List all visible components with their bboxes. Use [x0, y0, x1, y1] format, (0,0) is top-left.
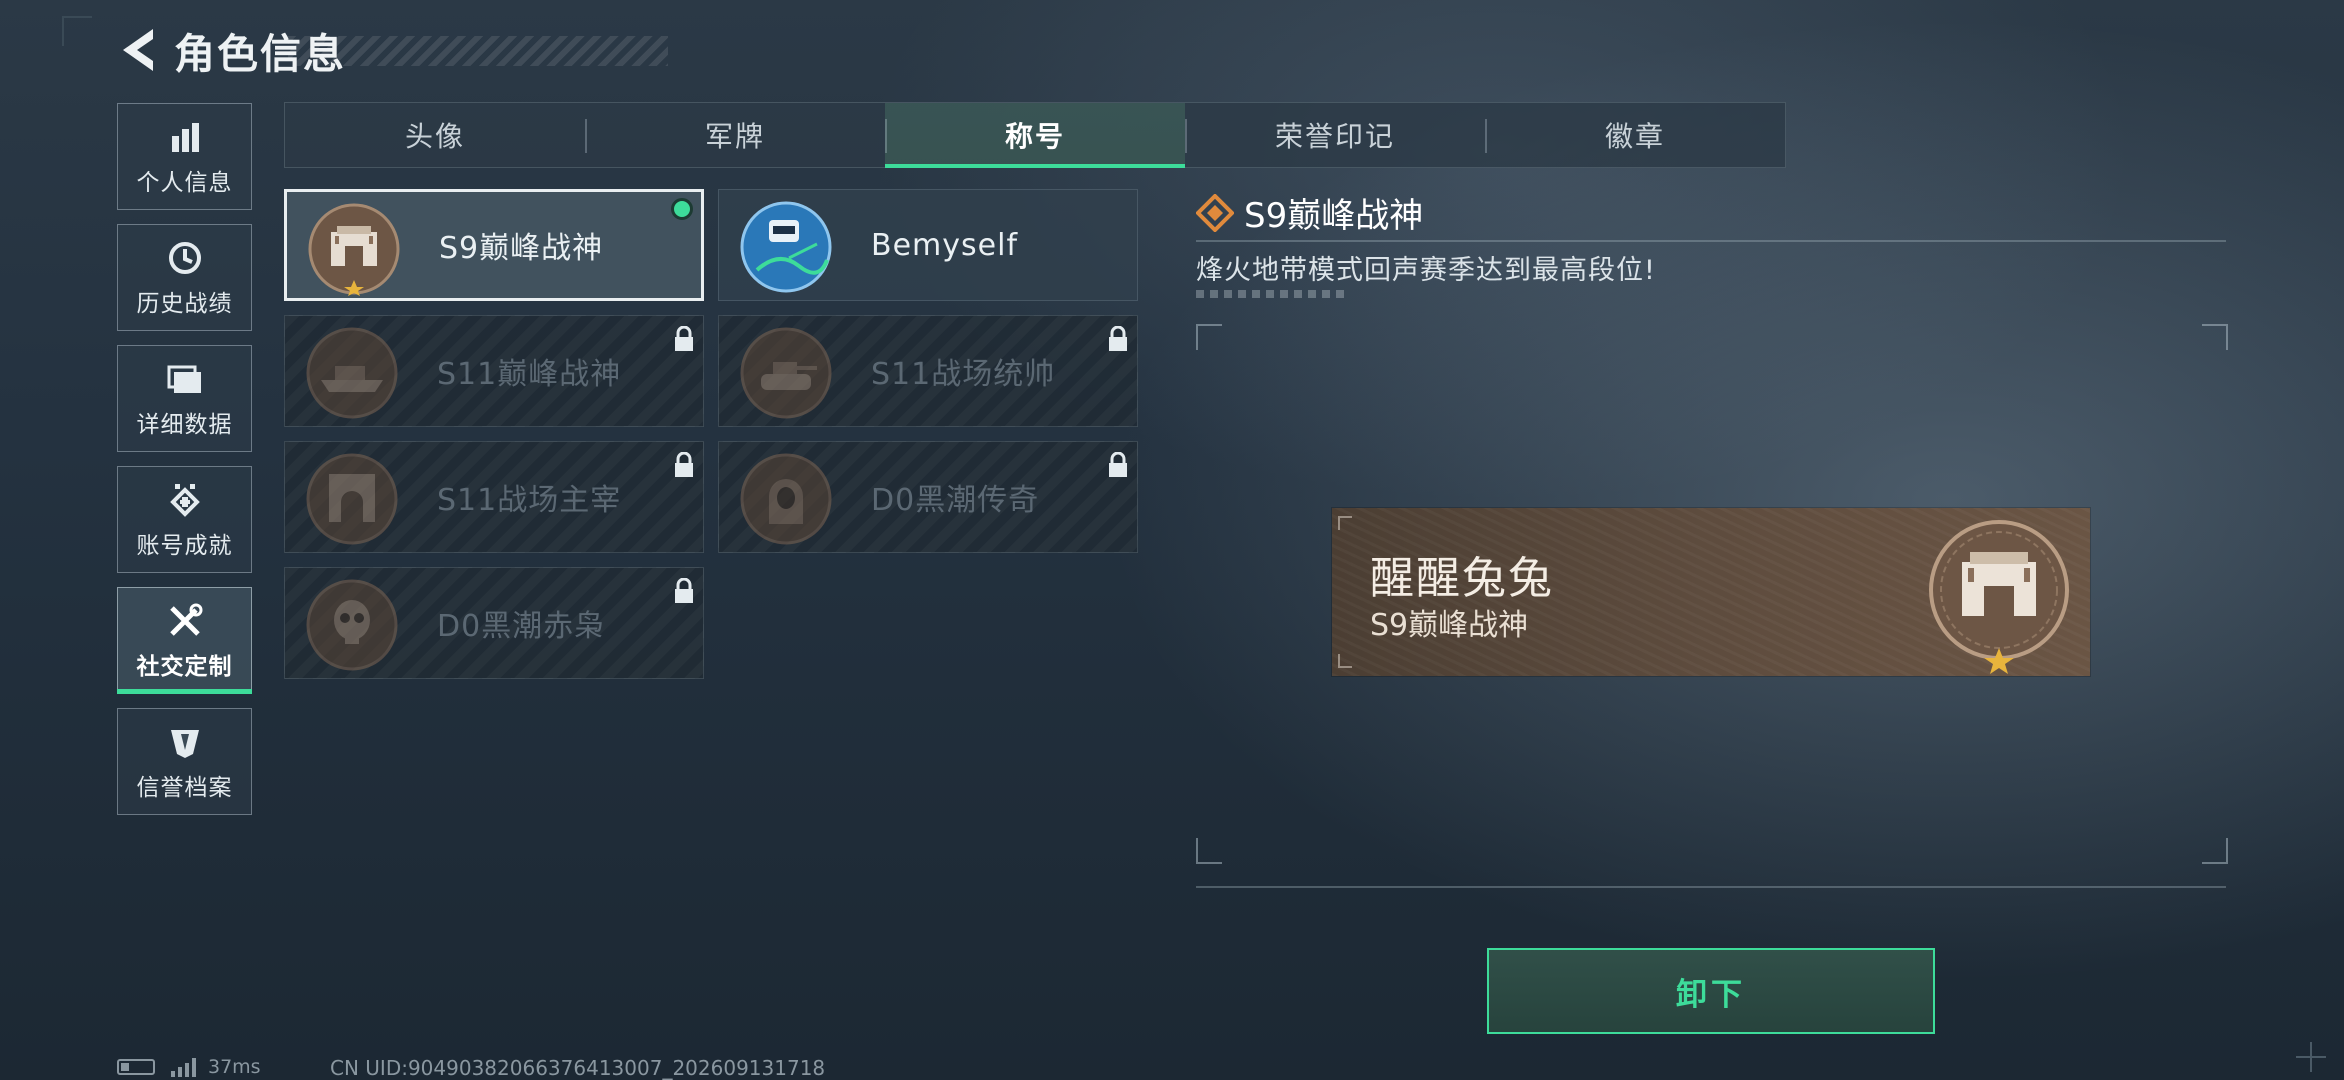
- title-card-name: D0黑潮传奇: [871, 483, 1040, 518]
- sidebar-item-label: 信誉档案: [136, 774, 233, 801]
- preview-frame-corner: [1196, 324, 1222, 350]
- tab-badges[interactable]: 徽章: [1485, 103, 1785, 167]
- tab-titles[interactable]: 称号: [885, 103, 1185, 168]
- fortress-gate-emblem: [308, 203, 400, 296]
- sidebar-item-profile[interactable]: 个人信息: [117, 103, 252, 210]
- detail-description: 烽火地带模式回声赛季达到最高段位!: [1196, 255, 1656, 286]
- tab-avatar[interactable]: 头像: [285, 103, 585, 167]
- title-card-s11-peak-god[interactable]: S11巅峰战神: [284, 315, 704, 427]
- title-card-d0-legend[interactable]: D0黑潮传奇: [718, 441, 1138, 553]
- back-button[interactable]: [118, 25, 160, 75]
- lock-icon: [675, 326, 693, 351]
- title-card-name: Bemyself: [871, 227, 1018, 263]
- lock-icon: [675, 452, 693, 477]
- achievement-icon: [165, 480, 205, 520]
- sidebar-item-label: 社交定制: [136, 653, 233, 680]
- player-name: 醒醒兔兔: [1370, 553, 1554, 604]
- lock-icon: [1109, 452, 1127, 477]
- decorative-dashes: [1196, 290, 1346, 298]
- page-title: 角色信息: [174, 30, 346, 78]
- ping-value: 37ms: [208, 1056, 261, 1078]
- tank-emblem: [740, 327, 832, 419]
- unequip-button[interactable]: 卸下: [1487, 948, 1935, 1034]
- hovercraft-emblem: [306, 327, 398, 419]
- sidebar: 个人信息 历史战绩 详细数据 账号成就 社交定制 信誉档案: [117, 103, 254, 829]
- tab-honor-marks[interactable]: 荣誉印记: [1185, 103, 1485, 167]
- title-card-s9-peak-god[interactable]: S9巅峰战神: [284, 189, 704, 301]
- preview-frame-corner: [2202, 324, 2228, 350]
- title-card-name: S9巅峰战神: [439, 231, 604, 266]
- hooded-soldier-emblem: [740, 453, 832, 545]
- detail-title: S9巅峰战神: [1196, 188, 1423, 237]
- crosshair-decoration-icon: [2296, 1042, 2326, 1072]
- signal-icon: [171, 1057, 196, 1077]
- user-uid: CN UID:90490382066376413007_202609131718: [330, 1056, 826, 1080]
- clock-history-icon: [165, 238, 205, 278]
- plate-bracket: [1338, 654, 1352, 668]
- lock-icon: [1109, 326, 1127, 351]
- status-bar: 37ms: [117, 1056, 261, 1078]
- bar-chart-icon: [165, 117, 205, 157]
- folder-icon: [165, 359, 205, 399]
- equipped-indicator: [671, 198, 693, 220]
- divider: [1196, 240, 2226, 242]
- sidebar-item-achievements[interactable]: 账号成就: [117, 466, 252, 573]
- title-card-name: S11战场主宰: [437, 483, 622, 518]
- title-card-s11-dominator[interactable]: S11战场主宰: [284, 441, 704, 553]
- diamond-rank-icon: [1196, 193, 1234, 232]
- battery-icon: [117, 1059, 155, 1075]
- fortress-gate-emblem: [1929, 520, 2069, 674]
- tab-bar: 头像 军牌 称号 荣誉印记 徽章: [284, 102, 1786, 168]
- title-card-name: S11巅峰战神: [437, 357, 622, 392]
- detail-title-text: S9巅峰战神: [1244, 196, 1424, 236]
- sidebar-item-label: 历史战绩: [136, 290, 233, 317]
- lock-icon: [675, 578, 693, 603]
- back-arrow-icon: [123, 29, 153, 71]
- arch-gate-emblem: [306, 453, 398, 545]
- title-card-name: S11战场统帅: [871, 357, 1056, 392]
- divider: [1196, 886, 2226, 888]
- tools-icon: [165, 601, 205, 641]
- sidebar-item-label: 账号成就: [136, 532, 233, 559]
- sidebar-item-history[interactable]: 历史战绩: [117, 224, 252, 331]
- sidebar-item-details[interactable]: 详细数据: [117, 345, 252, 452]
- skull-emblem: [306, 579, 398, 671]
- unequip-button-label: 卸下: [1676, 976, 1746, 1013]
- title-card-name: D0黑潮赤枭: [437, 609, 606, 644]
- player-title: S9巅峰战神: [1370, 608, 1529, 643]
- sidebar-item-credit[interactable]: 信誉档案: [117, 708, 252, 815]
- sidebar-item-label: 个人信息: [136, 169, 233, 196]
- title-card-d0-owl[interactable]: D0黑潮赤枭: [284, 567, 704, 679]
- nameplate-preview: 醒醒兔兔 S9巅峰战神: [1332, 508, 2090, 676]
- preview-frame-corner: [1196, 838, 1222, 864]
- plate-bracket: [1338, 516, 1352, 530]
- title-card-s11-commander[interactable]: S11战场统帅: [718, 315, 1138, 427]
- page-header: 角色信息: [118, 22, 668, 78]
- title-card-bemyself[interactable]: Bemyself: [718, 189, 1138, 301]
- tab-dogtag[interactable]: 军牌: [585, 103, 885, 167]
- graffiti-emblem: [740, 201, 832, 293]
- credit-shield-icon: [165, 722, 205, 762]
- sidebar-item-label: 详细数据: [136, 411, 233, 438]
- corner-decoration: [62, 16, 92, 46]
- preview-frame-corner: [2202, 838, 2228, 864]
- sidebar-item-social[interactable]: 社交定制: [117, 587, 252, 694]
